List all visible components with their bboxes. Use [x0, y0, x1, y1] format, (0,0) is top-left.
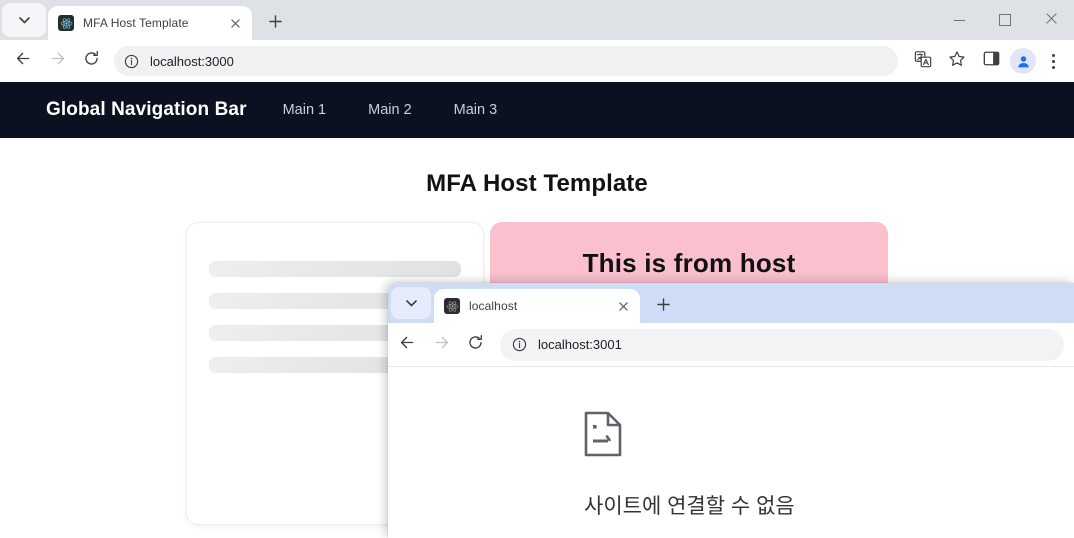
info-circle-icon[interactable]	[120, 50, 142, 72]
inner-tab[interactable]: localhost	[434, 289, 640, 323]
react-logo-icon	[58, 15, 74, 31]
nav-links: Main 1 Main 2 Main 3	[283, 102, 540, 118]
page-title: MFA Host Template	[0, 170, 1074, 198]
chevron-down-icon	[19, 11, 30, 29]
inner-page-viewport: 사이트에 연결할 수 없음	[388, 367, 1074, 538]
reload-icon	[83, 50, 100, 72]
kebab-menu-icon[interactable]	[1038, 44, 1068, 78]
error-page-title: 사이트에 연결할 수 없음	[584, 490, 1074, 520]
translate-icon	[914, 50, 932, 73]
tab-search-button[interactable]	[2, 3, 46, 37]
nav-link-main-3[interactable]: Main 3	[454, 102, 498, 118]
outer-new-tab-button[interactable]	[261, 8, 289, 36]
outer-tab[interactable]: MFA Host Template	[48, 6, 252, 40]
brand-title: Global Navigation Bar	[46, 99, 247, 121]
plus-icon	[657, 296, 670, 315]
arrow-left-icon	[15, 50, 32, 72]
minimize-icon	[954, 20, 965, 21]
minimize-button[interactable]	[936, 0, 982, 40]
host-card-title: This is from host	[490, 248, 888, 279]
global-navigation-bar: Global Navigation Bar Main 1 Main 2 Main…	[0, 82, 1074, 138]
close-icon	[1046, 13, 1057, 27]
inner-toolbar: localhost:3001	[388, 323, 1074, 367]
reload-button[interactable]	[74, 44, 108, 78]
bookmark-button[interactable]	[940, 44, 974, 78]
inner-browser-window[interactable]: localhost	[388, 283, 1074, 538]
arrow-left-icon	[399, 334, 416, 356]
maximize-icon	[999, 14, 1011, 26]
back-button[interactable]	[6, 44, 40, 78]
inner-tab-close-icon[interactable]	[614, 297, 632, 315]
inner-reload-button[interactable]	[458, 328, 492, 362]
inner-url-text: localhost:3001	[538, 337, 622, 352]
outer-toolbar: localhost:3000	[0, 40, 1074, 82]
translate-button[interactable]	[906, 44, 940, 78]
close-window-button[interactable]	[1028, 0, 1074, 40]
inner-tab-title: localhost	[469, 299, 614, 313]
sad-page-icon	[584, 411, 1074, 462]
nav-link-main-2[interactable]: Main 2	[368, 102, 412, 118]
outer-tab-close-icon[interactable]	[226, 14, 244, 32]
inner-new-tab-button[interactable]	[649, 291, 677, 319]
maximize-button[interactable]	[982, 0, 1028, 40]
info-circle-icon[interactable]	[508, 334, 530, 356]
forward-button[interactable]	[40, 44, 74, 78]
profile-avatar-icon[interactable]	[1010, 48, 1036, 74]
inner-tab-search-button[interactable]	[391, 287, 431, 319]
chevron-down-icon	[406, 294, 417, 312]
arrow-right-icon	[433, 334, 450, 356]
inner-address-bar[interactable]: localhost:3001	[500, 329, 1064, 361]
plus-icon	[269, 13, 282, 32]
react-logo-icon	[444, 298, 460, 314]
side-panel-icon	[983, 50, 1000, 72]
side-panel-button[interactable]	[974, 44, 1008, 78]
window-controls	[936, 0, 1074, 40]
inner-forward-button[interactable]	[424, 328, 458, 362]
outer-tab-title: MFA Host Template	[83, 16, 226, 30]
outer-url-text: localhost:3000	[150, 54, 234, 69]
inner-back-button[interactable]	[390, 328, 424, 362]
nav-link-main-1[interactable]: Main 1	[283, 102, 327, 118]
outer-address-bar[interactable]: localhost:3000	[114, 46, 898, 76]
inner-tab-strip: localhost	[388, 283, 1074, 323]
outer-tab-strip: MFA Host Template	[0, 0, 1074, 40]
skeleton-line	[209, 261, 461, 277]
outer-toolbar-actions	[906, 44, 1068, 78]
star-icon	[948, 50, 966, 73]
arrow-right-icon	[49, 50, 66, 72]
reload-icon	[467, 334, 484, 356]
